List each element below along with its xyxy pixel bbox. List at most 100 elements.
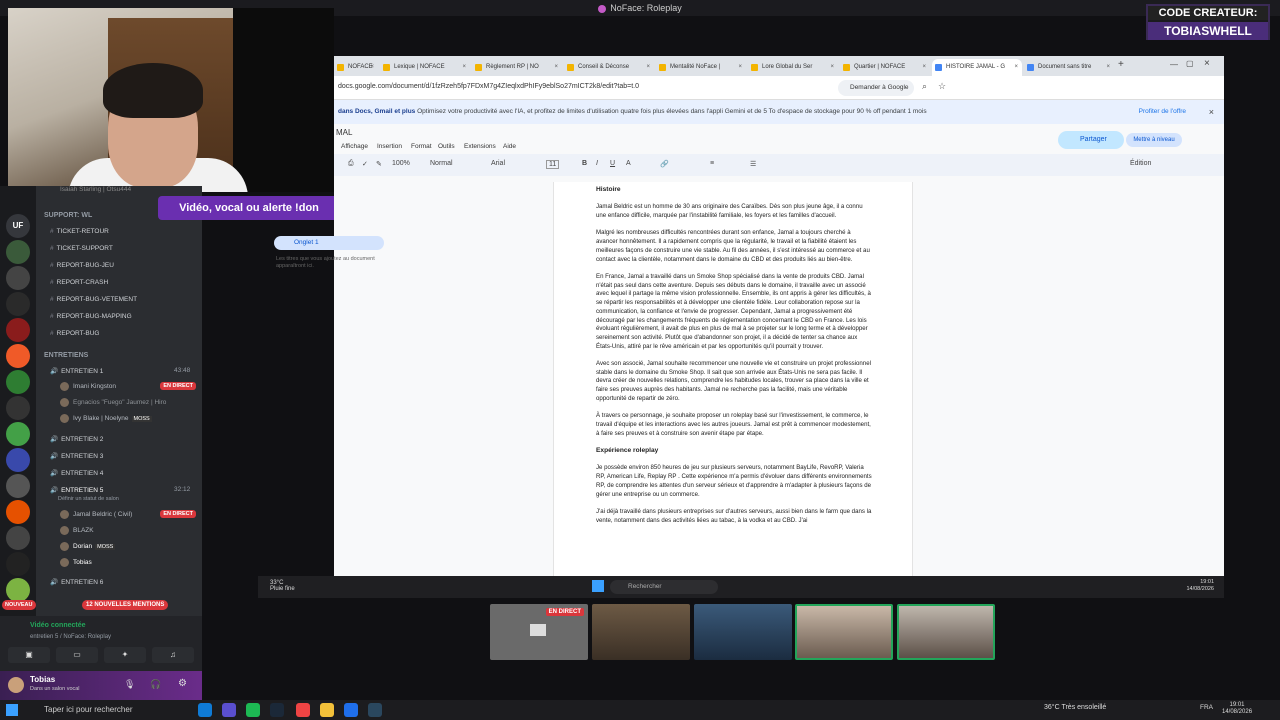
server-icon[interactable] <box>6 500 30 524</box>
app-icon[interactable] <box>222 703 236 717</box>
voice-user[interactable]: Jamal Beldric ( Civil) <box>60 510 132 519</box>
participant-tile-speaking[interactable] <box>897 604 995 660</box>
upgrade-button[interactable]: Mettre à niveau <box>1126 133 1182 147</box>
channel-ticket-retour[interactable]: # TICKET-RETOUR <box>50 228 109 235</box>
print-icon[interactable]: ⎙ <box>348 160 354 168</box>
channel-report-crash[interactable]: # REPORT-CRASH <box>50 279 108 286</box>
server-icon[interactable] <box>6 448 30 472</box>
top-user[interactable]: Isaiah Starling | Otsu444 <box>60 186 131 193</box>
voice-user[interactable]: Tobias <box>60 558 92 567</box>
browser-tab-active[interactable]: HISTOIRE JAMAL - G × <box>932 59 1022 76</box>
gear-icon[interactable]: ⚙ <box>178 678 187 689</box>
weather-widget[interactable]: 36°C Très ensoleillé <box>1044 704 1106 711</box>
close-icon[interactable]: × <box>738 59 742 76</box>
app-icon[interactable] <box>296 703 310 717</box>
screen-share-button[interactable]: ▭ <box>56 647 98 663</box>
browser-tab[interactable]: Quartier | NOFACE × <box>840 59 930 76</box>
browser-tab[interactable]: Document sans titre × <box>1024 59 1114 76</box>
category-support[interactable]: SUPPORT: WL <box>44 212 92 219</box>
voice-user[interactable]: Egnacios "Fuego" Jaumez | Hiro <box>60 398 166 407</box>
language-indicator[interactable]: FRA <box>1200 704 1213 711</box>
channel-report-bug-vetement[interactable]: # REPORT-BUG-VETEMENT <box>50 296 137 303</box>
server-icon[interactable] <box>6 292 30 316</box>
folder-icon[interactable] <box>320 703 334 717</box>
server-icon[interactable] <box>6 344 30 368</box>
server-icon[interactable] <box>6 552 30 576</box>
server-icon[interactable] <box>6 266 30 290</box>
url-field[interactable]: docs.google.com/document/d/1fzRzeh5fp7FD… <box>338 83 639 90</box>
close-icon[interactable]: × <box>1204 58 1210 69</box>
voice-channel-entretien-5[interactable]: 🔊 ENTRETIEN 5 32:12 <box>50 486 190 494</box>
close-icon[interactable]: × <box>830 59 834 76</box>
browser-tab[interactable]: Conseil & Déconse × <box>564 59 654 76</box>
server-icon[interactable] <box>6 370 30 394</box>
share-button[interactable]: Partager <box>1058 131 1124 149</box>
promo-offer-link[interactable]: Profiter de l'offre <box>1139 100 1186 124</box>
nouveau-badge[interactable]: NOUVEAU <box>2 600 36 610</box>
italic-button[interactable]: I <box>596 160 598 167</box>
menu-insertion[interactable]: Insertion <box>377 143 402 150</box>
steam-icon[interactable] <box>270 703 284 717</box>
voice-channel-entretien-2[interactable]: 🔊 ENTRETIEN 2 <box>50 435 103 443</box>
category-entretiens[interactable]: ENTRETIENS <box>44 352 88 359</box>
server-icon-uf[interactable]: UF <box>6 214 30 238</box>
channel-report-bug-jeu[interactable]: # REPORT-BUG-JEU <box>50 262 114 269</box>
voice-channel-entretien-3[interactable]: 🔊 ENTRETIEN 3 <box>50 452 103 460</box>
browser-tab[interactable]: Règlement RP | NO × <box>472 59 562 76</box>
spellcheck-icon[interactable]: ✓ <box>362 160 368 168</box>
server-icon[interactable] <box>6 526 30 550</box>
microphone-icon[interactable]: 🎙 <box>124 679 135 690</box>
close-icon[interactable]: × <box>1014 59 1018 76</box>
soundboard-button[interactable]: ♫ <box>152 647 194 663</box>
voice-channel-entretien-4[interactable]: 🔊 ENTRETIEN 4 <box>50 469 103 477</box>
browser-tab[interactable]: Mentalité NoFace | × <box>656 59 746 76</box>
menu-format[interactable]: Format <box>411 143 432 150</box>
outline-tab-item[interactable]: Onglet 1 <box>274 236 384 250</box>
windows-start-icon[interactable] <box>592 580 604 592</box>
server-icon[interactable] <box>6 474 30 498</box>
doc-title[interactable]: MAL <box>336 128 352 137</box>
activities-button[interactable]: ✦ <box>104 647 146 663</box>
maximize-icon[interactable]: ▢ <box>1186 59 1194 68</box>
menu-outils[interactable]: Outils <box>438 143 455 150</box>
menu-affichage[interactable]: Affichage <box>341 143 368 150</box>
paint-format-icon[interactable]: ✎ <box>376 160 382 168</box>
font-select[interactable]: Arial <box>491 160 505 167</box>
menu-extensions[interactable]: Extensions <box>464 143 496 150</box>
camera-button[interactable]: ▣ <box>8 647 50 663</box>
doc-body[interactable]: Histoire Jamal Beldric est un homme de 3… <box>596 186 872 534</box>
close-icon[interactable]: × <box>370 59 374 76</box>
edge-icon[interactable] <box>198 703 212 717</box>
browser-tab[interactable]: NOFACE × <box>334 59 378 76</box>
list-icon[interactable]: ☰ <box>750 160 756 168</box>
channel-ticket-support[interactable]: # TICKET-SUPPORT <box>50 245 113 252</box>
align-icon[interactable]: ≡ <box>710 160 714 167</box>
minimize-icon[interactable]: — <box>1170 60 1178 69</box>
new-mentions-pill[interactable]: 12 NOUVELLES MENTIONS <box>82 600 169 610</box>
participant-tile[interactable] <box>592 604 690 660</box>
channel-status[interactable]: Définir un statut de salon <box>58 496 119 502</box>
server-icon[interactable] <box>6 240 30 264</box>
link-icon[interactable]: 🔗 <box>660 160 669 168</box>
style-select[interactable]: Normal <box>430 160 453 167</box>
bold-button[interactable]: B <box>582 160 587 167</box>
editing-mode-select[interactable]: Édition <box>1130 160 1151 167</box>
underline-button[interactable]: U <box>610 160 615 167</box>
spotify-icon[interactable] <box>246 703 260 717</box>
server-icon[interactable] <box>6 318 30 342</box>
close-icon[interactable]: × <box>922 59 926 76</box>
taskbar-search[interactable]: Taper ici pour rechercher <box>24 703 164 717</box>
close-icon[interactable]: × <box>646 59 650 76</box>
taskbar-search[interactable]: Rechercher <box>610 580 718 594</box>
avatar[interactable] <box>8 677 24 693</box>
participant-tile-speaking[interactable] <box>795 604 893 660</box>
participant-tile[interactable] <box>694 604 792 660</box>
windows-start-icon[interactable] <box>6 704 18 716</box>
zoom-select[interactable]: 100% <box>392 160 410 167</box>
star-icon[interactable]: ☆ <box>938 81 946 92</box>
voice-location[interactable]: entretien 5 / NoFace: Roleplay <box>30 634 111 640</box>
close-icon[interactable]: × <box>554 59 558 76</box>
new-tab-button[interactable]: + <box>1118 59 1124 70</box>
voice-channel-entretien-1[interactable]: 🔊 ENTRETIEN 1 43:48 <box>50 367 190 375</box>
close-icon[interactable]: × <box>462 59 466 76</box>
